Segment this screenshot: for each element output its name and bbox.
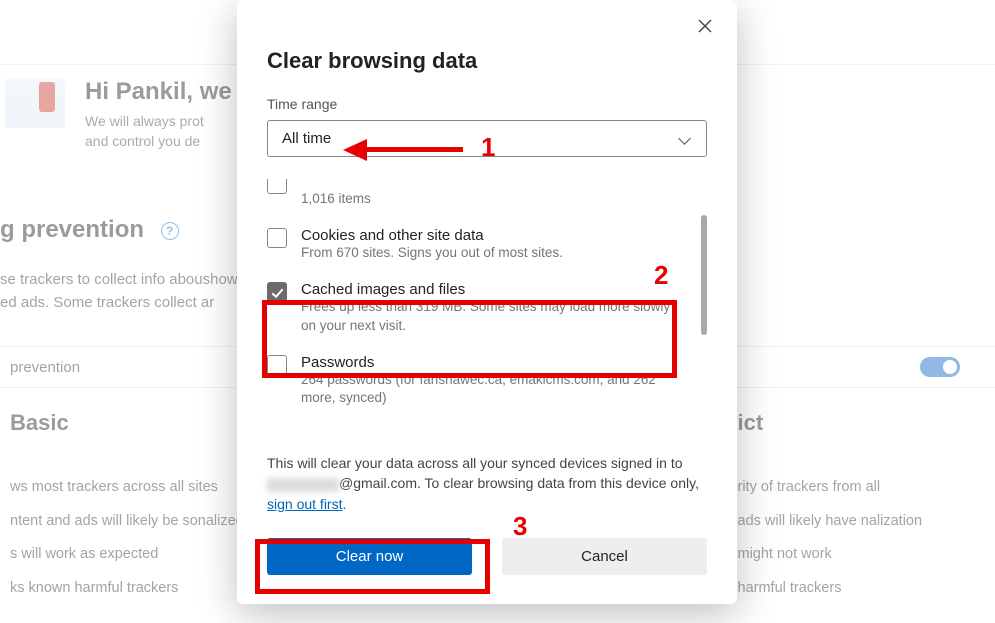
lock-icon: [5, 78, 65, 128]
card-basic[interactable]: Basic ws most trackers across all sites …: [0, 392, 268, 612]
scrollbar[interactable]: [701, 215, 707, 335]
checkbox[interactable]: [267, 179, 287, 194]
item-title: Passwords: [301, 354, 671, 371]
sync-notice: This will clear your data across all you…: [267, 453, 707, 514]
time-range-select[interactable]: All time: [267, 120, 707, 157]
welcome-line: We will always prot: [85, 112, 232, 132]
list-item: ws most trackers across all sites: [10, 478, 268, 498]
sign-out-link[interactable]: sign out first: [267, 496, 342, 512]
time-range-value: All time: [282, 130, 331, 147]
tracking-toggle-label: prevention: [10, 359, 80, 376]
checkbox-checked[interactable]: [267, 282, 287, 302]
checkbox[interactable]: [267, 228, 287, 248]
welcome-title: Hi Pankil, we: [85, 78, 232, 106]
tracking-prevention-title: g prevention ?: [0, 216, 179, 244]
item-sub: 1,016 items: [301, 190, 416, 209]
item-cookies[interactable]: Cookies and other site data From 670 sit…: [267, 219, 689, 273]
card-title: ict: [738, 410, 995, 436]
list-item: might not work: [738, 545, 995, 565]
list-item: ntent and ads will likely be sonalized: [10, 512, 268, 532]
item-cached-images[interactable]: Cached images and files Frees up less th…: [267, 273, 689, 346]
dialog-title: Clear browsing data: [267, 48, 707, 74]
list-item: rity of trackers from all: [738, 478, 995, 498]
clear-now-button[interactable]: Clear now: [267, 538, 472, 575]
clear-browsing-data-dialog: Clear browsing data Time range All time …: [237, 0, 737, 604]
time-range-label: Time range: [267, 96, 707, 112]
list-item: ks known harmful trackers: [10, 579, 268, 599]
list-item: ads will likely have nalization: [738, 512, 995, 532]
card-strict[interactable]: ict rity of trackers from all ads will l…: [728, 392, 995, 612]
dialog-buttons: Clear now Cancel: [267, 538, 707, 575]
bg-welcome-block: Hi Pankil, we We will always prot and co…: [5, 78, 232, 151]
chevron-down-icon: [678, 132, 692, 146]
blurred-email: xxxxxxxx: [267, 478, 339, 492]
list-item: s will work as expected: [10, 545, 268, 565]
help-icon[interactable]: ?: [161, 222, 179, 240]
item-sub: 264 passwords (for fanshawec.ca, emakicm…: [301, 371, 671, 409]
item-passwords[interactable]: Passwords 264 passwords (for fanshawec.c…: [267, 346, 689, 419]
item-download-history[interactable]: Download history 1,016 items: [267, 179, 689, 219]
item-title: Cookies and other site data: [301, 227, 563, 244]
item-sub: From 670 sites. Signs you out of most si…: [301, 244, 563, 263]
tracking-toggle[interactable]: [920, 357, 960, 377]
item-sub: Frees up less than 319 MB. Some sites ma…: [301, 298, 671, 336]
close-icon: [697, 18, 713, 34]
close-button[interactable]: [691, 14, 719, 42]
list-item: harmful trackers: [738, 579, 995, 599]
cancel-button[interactable]: Cancel: [502, 538, 707, 575]
item-title: Cached images and files: [301, 281, 671, 298]
data-types-list: Download history 1,016 items Cookies and…: [267, 179, 707, 439]
card-title: Basic: [10, 410, 268, 436]
welcome-line: and control you de: [85, 132, 232, 152]
checkbox[interactable]: [267, 355, 287, 375]
